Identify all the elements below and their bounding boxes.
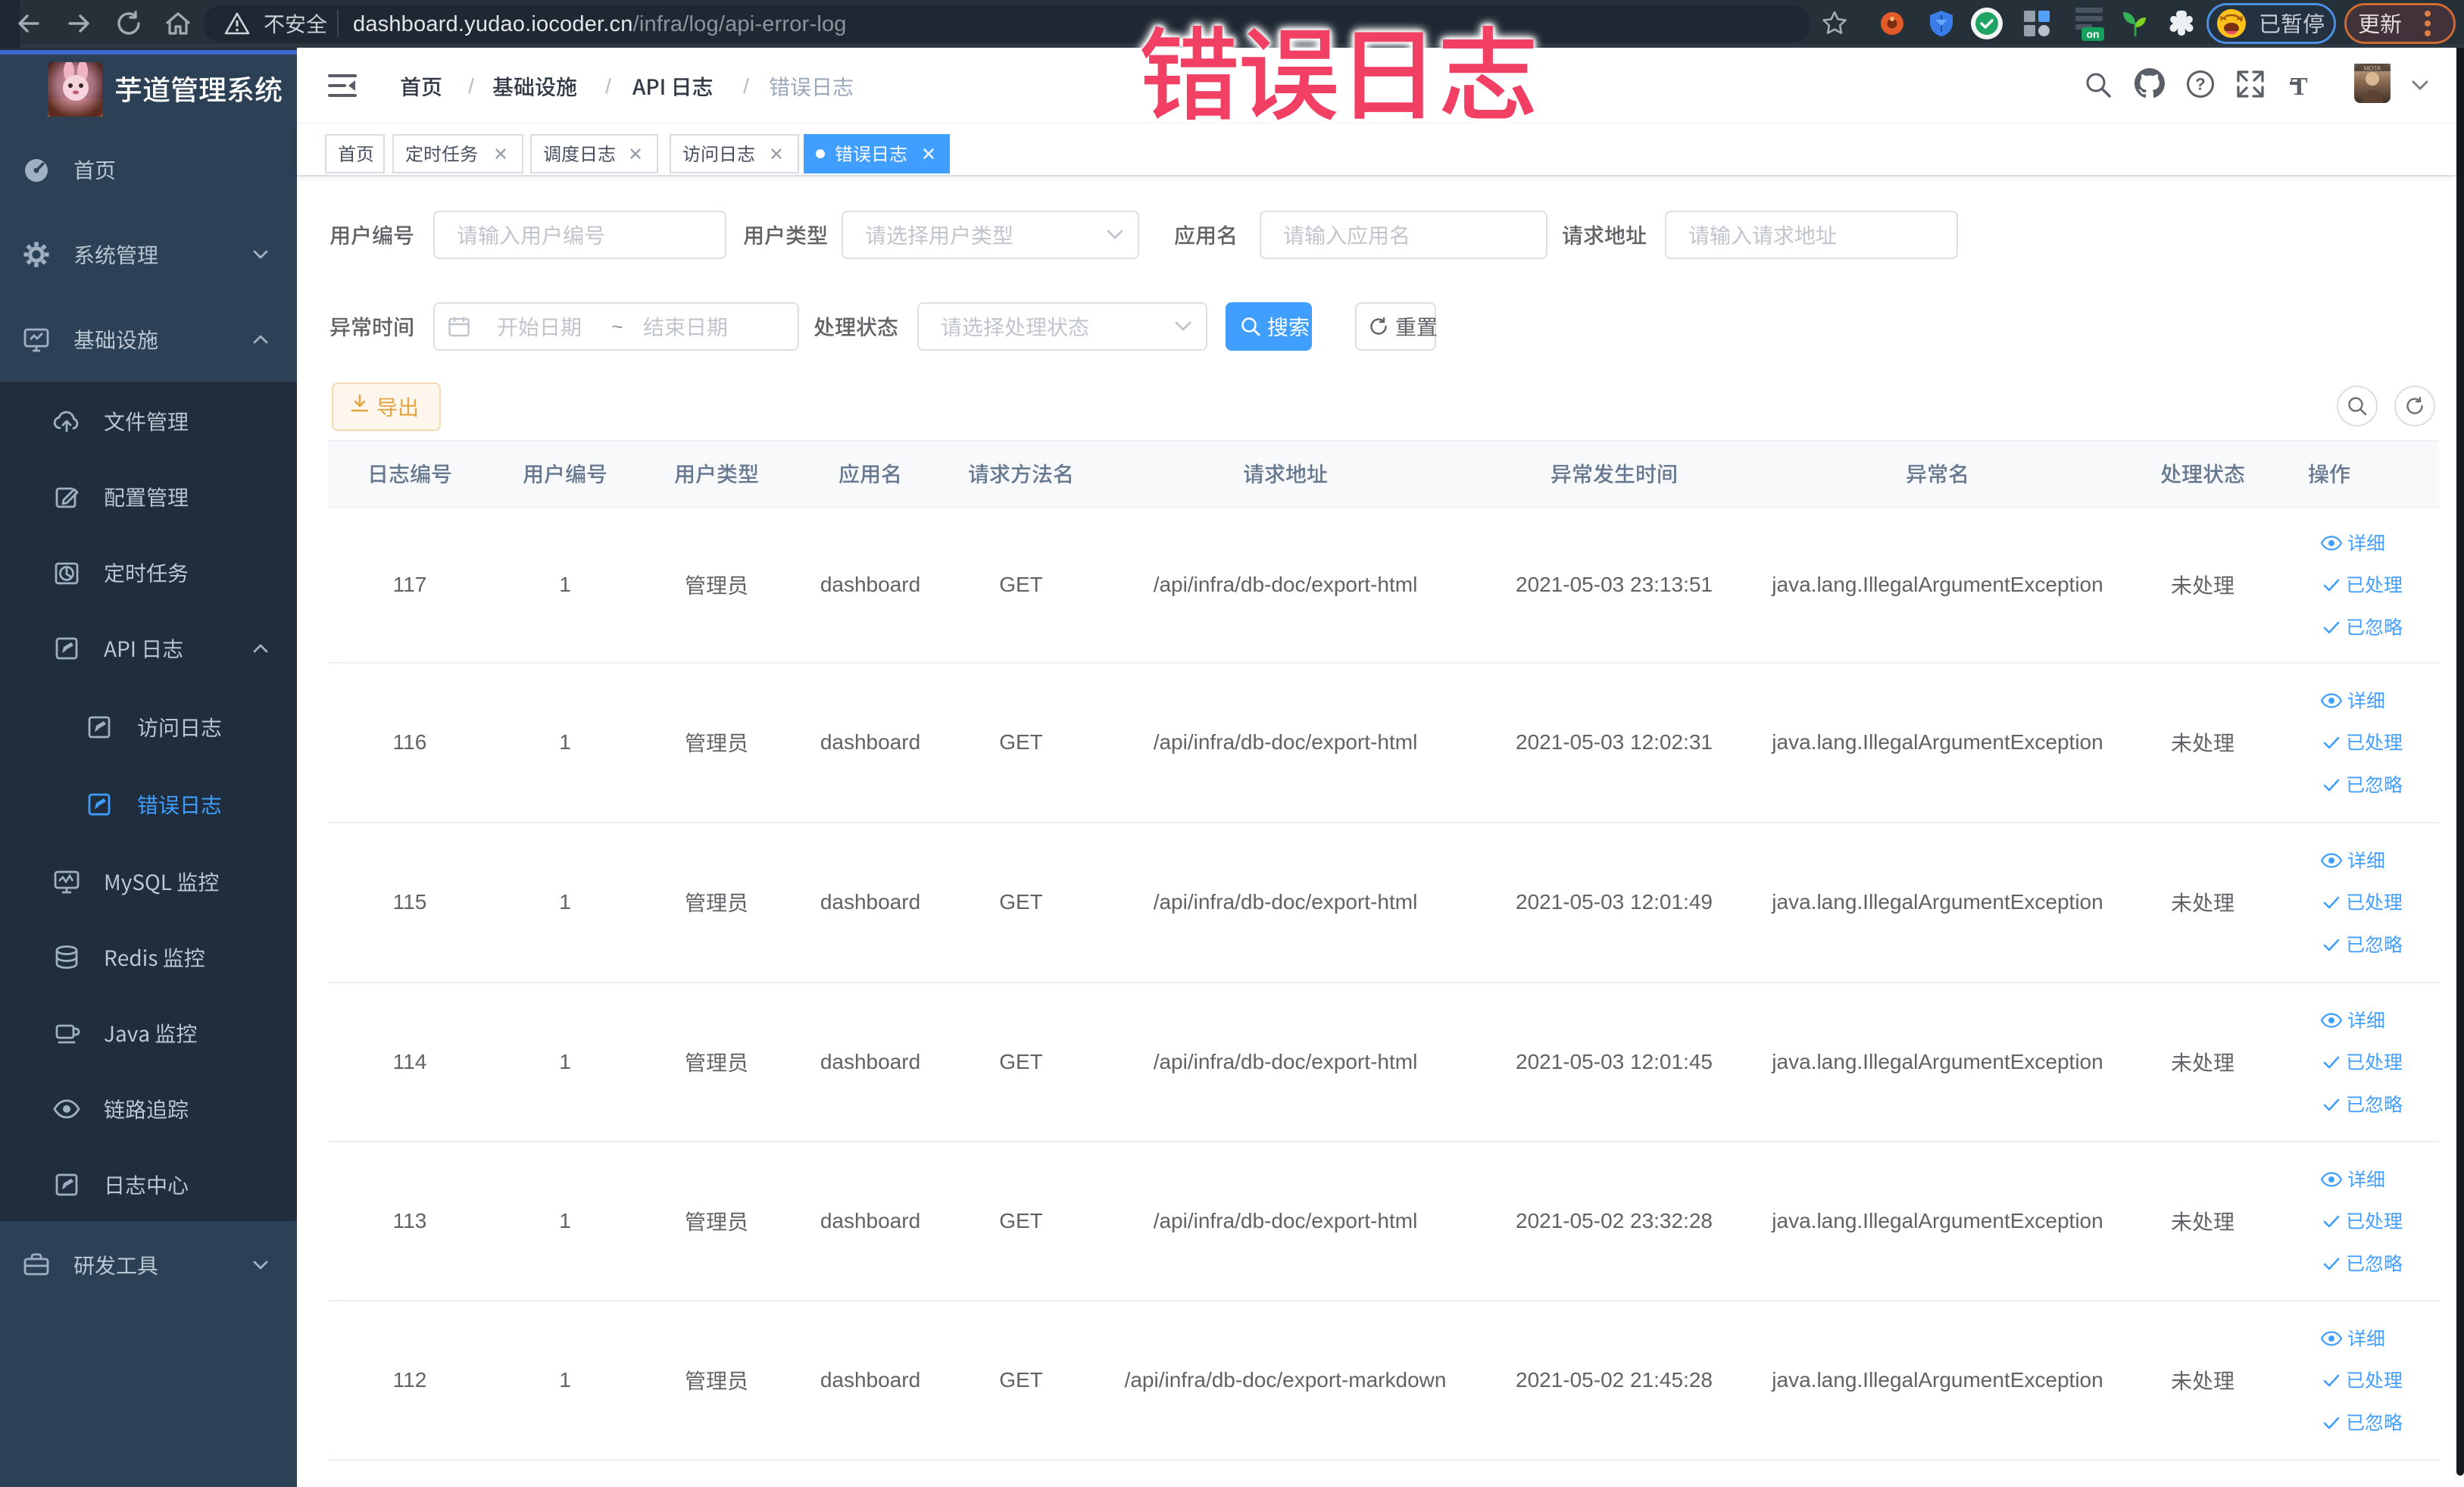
svg-text:?: ? (2195, 75, 2205, 94)
svg-text:T: T (2291, 73, 2308, 98)
svg-text:on: on (2086, 28, 2099, 40)
svg-text:MOTA: MOTA (2364, 65, 2381, 72)
